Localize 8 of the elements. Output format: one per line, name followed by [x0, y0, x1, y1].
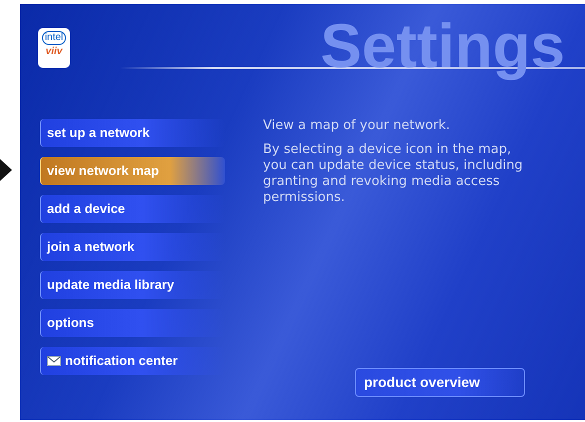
- description-text: By selecting a device icon in the map, you can update device status, including granting and revoking media access permissions.: [263, 142, 524, 206]
- pointer-arrow-icon: [0, 159, 12, 181]
- page-title: Settings: [320, 12, 565, 82]
- description-heading: View a map of your network.: [263, 118, 452, 134]
- logo-subtext: viiv: [46, 45, 62, 59]
- product-overview-button[interactable]: product overview: [355, 368, 525, 397]
- envelope-icon: [47, 356, 61, 366]
- logo-text: intel: [42, 31, 66, 45]
